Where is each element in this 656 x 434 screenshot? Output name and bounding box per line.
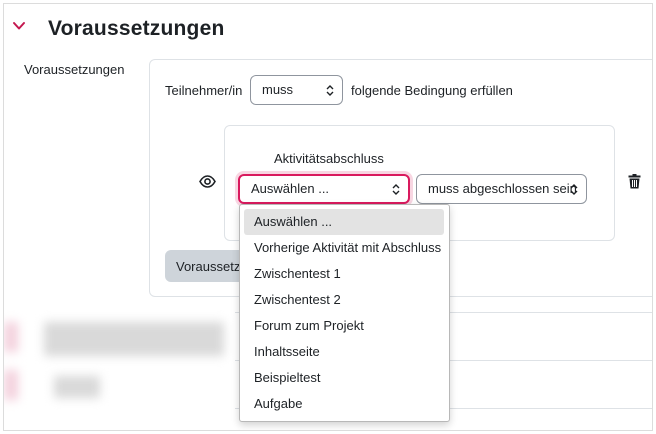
activity-dropdown-list: Auswählen ... Vorherige Aktivität mit Ab… [239, 204, 450, 422]
condition-type-label: Aktivitätsabschluss [274, 151, 384, 166]
select-arrows-icon [326, 85, 334, 96]
activity-select[interactable]: Auswählen ... [238, 174, 410, 204]
completion-select-value: muss abgeschlossen sein [428, 181, 577, 196]
blurred-section [4, 322, 18, 352]
dropdown-option[interactable]: Forum zum Projekt [244, 313, 444, 339]
condition-requirement-label: folgende Bedingung erfüllen [351, 83, 513, 98]
section-title: Voraussetzungen [48, 17, 225, 40]
dropdown-option[interactable]: Vorherige Aktivität mit Abschluss [244, 235, 444, 261]
chevron-down-icon[interactable] [12, 19, 26, 33]
eye-icon[interactable] [199, 175, 216, 188]
dropdown-option[interactable]: Zwischentest 1 [244, 261, 444, 287]
completion-select[interactable]: muss abgeschlossen sein [416, 174, 587, 204]
page-frame: Voraussetzungen Voraussetzungen Teilnehm… [3, 3, 653, 431]
trash-icon[interactable] [628, 174, 641, 189]
dropdown-option[interactable]: Zwischentest 2 [244, 287, 444, 313]
select-arrows-icon [570, 184, 578, 195]
dropdown-option[interactable]: Aufgabe [244, 391, 444, 417]
activity-select-value: Auswählen ... [251, 181, 330, 196]
blurred-section [4, 370, 18, 400]
must-select[interactable]: muss [250, 75, 343, 105]
blurred-section [54, 376, 100, 398]
dropdown-option[interactable]: Beispieltest [244, 365, 444, 391]
blurred-section [44, 322, 224, 356]
dropdown-option[interactable]: Auswählen ... [244, 209, 444, 235]
must-select-value: muss [262, 82, 294, 97]
select-arrows-icon [392, 184, 400, 195]
field-label: Voraussetzungen [24, 62, 125, 77]
dropdown-option[interactable]: Inhaltsseite [244, 339, 444, 365]
participant-label: Teilnehmer/in [165, 83, 243, 98]
